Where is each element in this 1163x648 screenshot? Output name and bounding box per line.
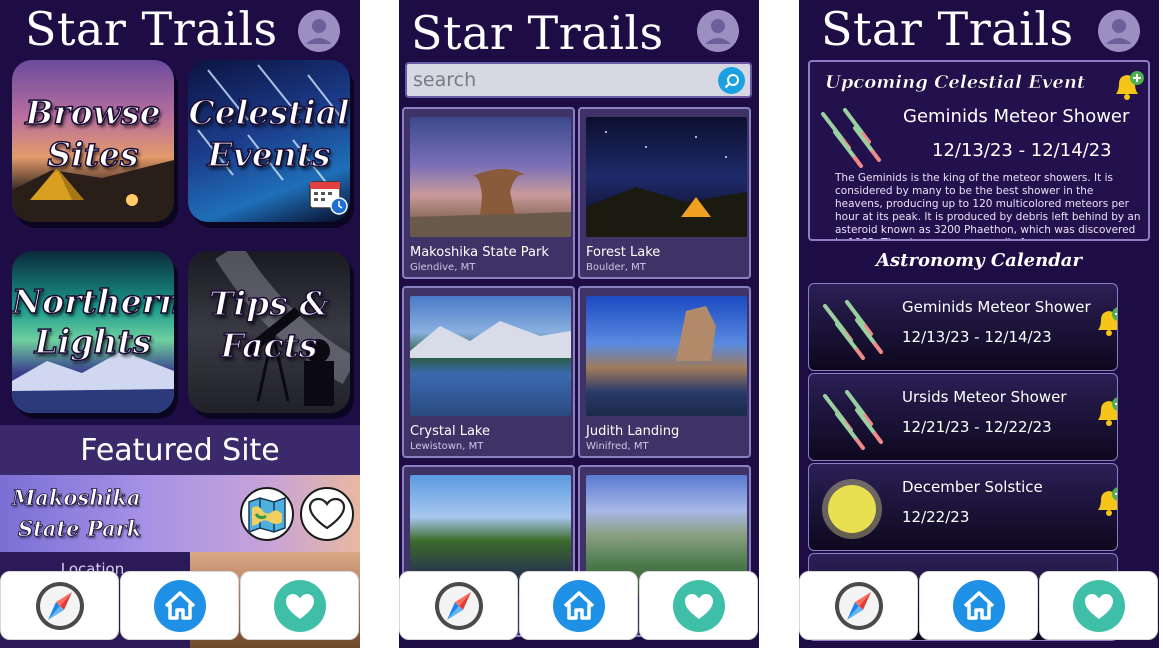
featured-site-name: Makoshika State Park xyxy=(12,482,142,544)
profile-avatar-icon[interactable] xyxy=(1098,10,1140,52)
site-location: Winifred, MT xyxy=(586,441,649,452)
compass-icon xyxy=(35,581,84,630)
bottom-nav xyxy=(0,571,360,642)
bottom-nav xyxy=(399,571,759,642)
browse-sites-tile[interactable]: Browse Sites xyxy=(12,60,174,222)
celestial-events-screen: Star Trails Upcoming Celestial Event Gem… xyxy=(799,0,1159,648)
featured-name-line: Makoshika xyxy=(12,485,141,511)
search-icon xyxy=(724,73,739,88)
site-location: Lewistown, MT xyxy=(410,441,484,452)
nav-explore-button[interactable] xyxy=(799,571,918,640)
map-icon xyxy=(248,496,286,534)
upcoming-event-name: Geminids Meteor Shower xyxy=(903,106,1130,127)
meteor-shower-icon xyxy=(821,108,881,168)
astronomy-calendar-header: Astronomy Calendar xyxy=(876,250,1082,271)
nav-home-button[interactable] xyxy=(519,571,638,640)
site-location: Glendive, MT xyxy=(410,262,476,273)
add-reminder-bell-icon[interactable] xyxy=(1092,484,1118,520)
meteor-shower-icon xyxy=(823,300,883,360)
nav-favorites-button[interactable] xyxy=(1039,571,1158,640)
tile-label: Northern xyxy=(12,281,174,322)
add-reminder-bell-icon[interactable] xyxy=(1092,304,1118,340)
site-photo xyxy=(410,117,571,237)
calendar-event-dates: 12/13/23 - 12/14/23 xyxy=(902,328,1052,346)
compass-icon xyxy=(434,581,483,630)
calendar-event-dates: 12/21/23 - 12/22/23 xyxy=(902,418,1052,436)
home-icon xyxy=(952,579,1005,632)
nav-favorites-button[interactable] xyxy=(240,571,359,640)
tile-label: Celestial xyxy=(188,92,350,133)
search-bar xyxy=(405,62,752,98)
bottom-nav xyxy=(799,571,1159,642)
site-photo xyxy=(586,296,747,416)
nav-explore-button[interactable] xyxy=(399,571,518,640)
calendar-event-name: Ursids Meteor Shower xyxy=(902,388,1067,406)
celestial-events-tile[interactable]: Celestial Events xyxy=(188,60,350,222)
app-title: Star Trails xyxy=(25,2,278,56)
search-button[interactable] xyxy=(718,67,745,94)
site-name: Crystal Lake xyxy=(410,424,490,439)
app-title: Star Trails xyxy=(821,2,1074,56)
app-title: Star Trails xyxy=(411,6,664,60)
site-photo xyxy=(586,117,747,237)
heart-icon xyxy=(273,579,326,632)
site-name: Makoshika State Park xyxy=(410,245,549,260)
home-icon xyxy=(153,579,206,632)
northern-lights-tile[interactable]: Northern Lights xyxy=(12,251,174,413)
tips-facts-tile[interactable]: Tips & Facts xyxy=(188,251,350,413)
heart-outline-icon xyxy=(308,497,346,530)
site-card[interactable]: Crystal Lake Lewistown, MT xyxy=(402,286,575,458)
tile-label: Lights xyxy=(34,321,152,362)
add-reminder-bell-icon[interactable] xyxy=(1110,68,1146,104)
favorite-button[interactable] xyxy=(300,487,354,541)
home-screen: Star Trails Browse Sites Celestial Event… xyxy=(0,0,360,648)
nav-home-button[interactable] xyxy=(120,571,239,640)
tile-label: Sites xyxy=(47,134,140,175)
search-input[interactable] xyxy=(413,64,713,96)
calendar-item[interactable]: Geminids Meteor Shower 12/13/23 - 12/14/… xyxy=(808,283,1118,371)
upcoming-event-header: Upcoming Celestial Event xyxy=(825,72,1086,94)
site-name: Forest Lake xyxy=(586,245,661,260)
meteor-shower-icon xyxy=(823,390,883,450)
calendar-item[interactable]: Ursids Meteor Shower 12/21/23 - 12/22/23 xyxy=(808,373,1118,461)
upcoming-event-dates: 12/13/23 - 12/14/23 xyxy=(932,140,1112,161)
site-name: Judith Landing xyxy=(586,424,680,439)
tile-label: Browse xyxy=(25,92,162,133)
profile-avatar-icon[interactable] xyxy=(298,10,340,52)
calendar-event-dates: 12/22/23 xyxy=(902,508,970,526)
nav-home-button[interactable] xyxy=(919,571,1038,640)
nav-favorites-button[interactable] xyxy=(639,571,758,640)
compass-icon xyxy=(834,581,883,630)
nav-explore-button[interactable] xyxy=(0,571,119,640)
site-card[interactable]: Judith Landing Winifred, MT xyxy=(578,286,751,458)
tile-label: Tips & xyxy=(208,283,330,324)
site-card[interactable]: Makoshika State Park Glendive, MT xyxy=(402,107,575,279)
sun-icon xyxy=(822,479,882,539)
site-card[interactable]: Forest Lake Boulder, MT xyxy=(578,107,751,279)
upcoming-event-description: The Geminids is the king of the meteor s… xyxy=(835,172,1141,239)
site-photo xyxy=(410,296,571,416)
map-button[interactable] xyxy=(240,487,294,541)
heart-icon xyxy=(672,579,725,632)
calendar-item[interactable]: December Solstice 12/22/23 xyxy=(808,463,1118,551)
heart-icon xyxy=(1072,579,1125,632)
site-location: Boulder, MT xyxy=(586,262,646,273)
featured-site-banner[interactable]: Makoshika State Park xyxy=(0,475,360,552)
featured-site-header: Featured Site xyxy=(0,425,360,475)
tile-label: Facts xyxy=(220,325,318,366)
featured-name-line: State Park xyxy=(18,516,142,542)
calendar-event-name: Geminids Meteor Shower xyxy=(902,298,1091,316)
upcoming-event-card[interactable]: Upcoming Celestial Event Geminids Meteor… xyxy=(808,60,1150,241)
tile-label: Events xyxy=(207,134,332,175)
home-icon xyxy=(552,579,605,632)
add-reminder-bell-icon[interactable] xyxy=(1092,394,1118,430)
calendar-clock-icon xyxy=(309,181,348,215)
calendar-event-name: December Solstice xyxy=(902,478,1043,496)
browse-sites-screen: Star Trails Makoshika State Park Glendiv… xyxy=(399,0,759,648)
profile-avatar-icon[interactable] xyxy=(697,10,739,52)
